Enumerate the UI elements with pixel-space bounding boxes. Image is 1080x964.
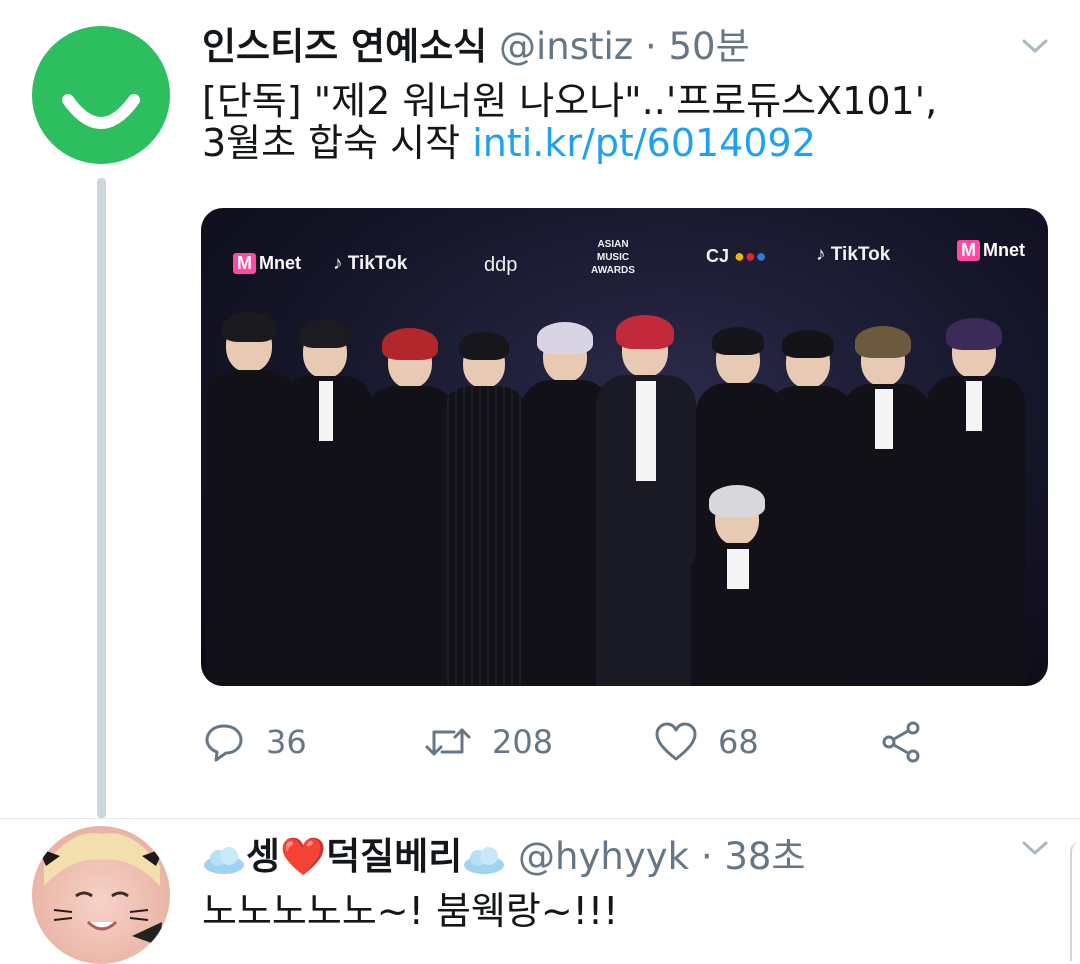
heart-icon	[655, 722, 697, 761]
retweet-icon	[425, 728, 471, 756]
backdrop-logo-mnet-2: M Mnet	[957, 240, 1025, 261]
handle[interactable]: @hyhyyk	[518, 835, 689, 878]
reply-icon	[205, 724, 243, 762]
tweet-text: [단독] "제2 워너원 나오나"..'프로듀스X101', 3월초 합숙 시작…	[202, 80, 1052, 164]
tweet-header: 인스티즈 연예소식 @instiz · 50분	[202, 22, 750, 72]
like-count: 68	[718, 723, 759, 761]
retweet-count: 208	[492, 723, 554, 761]
instiz-smile-logo-icon	[62, 94, 140, 129]
backdrop-logo-ddp: ddp	[484, 254, 518, 276]
share-icon	[882, 721, 920, 763]
cloud-icon	[464, 847, 505, 874]
backdrop-logo-mama: ASIAN MUSIC AWARDS	[591, 239, 635, 276]
avatar-photo-illustration	[38, 833, 164, 946]
handle[interactable]: @instiz	[499, 25, 633, 68]
display-name[interactable]: 셍❤️덕질베리	[246, 835, 462, 878]
backdrop-logo-mnet: M Mnet	[233, 253, 301, 274]
separator-dot: ·	[700, 835, 713, 878]
avatar-instiz[interactable]	[32, 26, 170, 164]
tweet-text: 노노노노노~! 붐웩랑~!!!	[202, 889, 619, 933]
tweet-link[interactable]: inti.kr/pt/6014092	[472, 121, 816, 165]
reply-count: 36	[266, 723, 307, 761]
separator-dot: ·	[644, 25, 657, 68]
avatar-hyhyyk[interactable]	[32, 826, 170, 964]
thread-connector-line	[97, 178, 106, 818]
chevron-down-icon[interactable]	[1020, 838, 1050, 858]
tweet-header: 셍❤️덕질베리 @hyhyyk · 38초	[202, 832, 806, 882]
tweet-media-photo[interactable]: M Mnet ♪ TikTok ddp ASIAN MUSIC AWARDS CJ…	[201, 208, 1048, 686]
like-button[interactable]: 68	[654, 712, 759, 772]
display-name[interactable]: 인스티즈 연예소식	[202, 25, 487, 68]
tweet-divider	[0, 818, 1080, 819]
backdrop-logo-tiktok: ♪ TikTok	[333, 253, 408, 274]
scroll-edge-indicator	[1070, 842, 1080, 961]
tweet-text-line1: [단독] "제2 워너원 나오나"..'프로듀스X101',	[202, 79, 938, 123]
backdrop-logo-tiktok-2: ♪ TikTok	[816, 244, 891, 265]
timestamp[interactable]: 50분	[668, 25, 749, 68]
cloud-icon	[204, 847, 244, 874]
timestamp[interactable]: 38초	[724, 835, 805, 878]
reply-button[interactable]: 36	[202, 712, 307, 772]
chevron-down-icon[interactable]	[1020, 36, 1050, 56]
backdrop-logo-cj: CJ ●●●	[706, 246, 767, 266]
retweet-button[interactable]: 208	[424, 712, 553, 772]
tweet-actions-bar: 36 208 68	[202, 712, 962, 772]
tweet-text-line2: 3월초 합숙 시작	[202, 121, 461, 165]
share-button[interactable]	[880, 712, 924, 772]
